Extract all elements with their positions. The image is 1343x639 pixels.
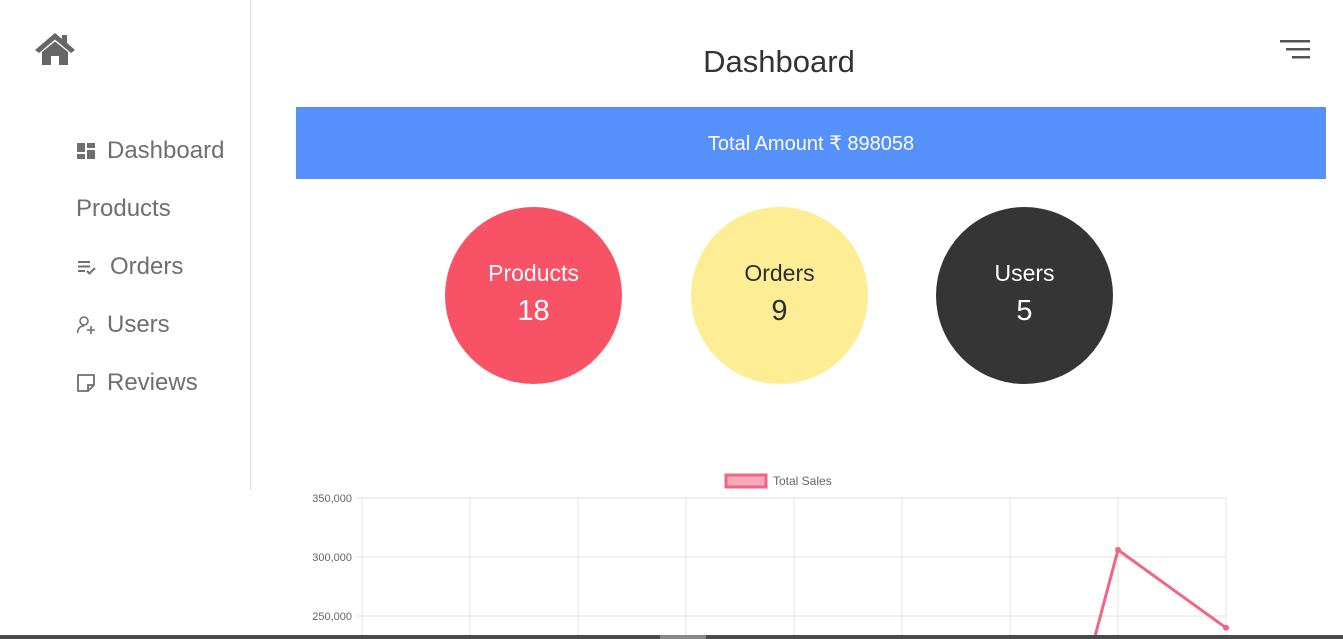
chart-data-point <box>1223 624 1229 631</box>
sidebar-item-orders[interactable]: Orders <box>76 238 224 296</box>
sidebar-item-label: Reviews <box>107 369 198 396</box>
users-stat-value: 5 <box>1016 294 1033 327</box>
scrollbar-thumb[interactable] <box>660 635 706 639</box>
products-stat-value: 18 <box>517 294 550 327</box>
sidebar-item-label: Products <box>76 195 171 222</box>
orders-stat-value: 9 <box>771 294 788 327</box>
orders-stat-circle[interactable]: Orders 9 <box>691 207 868 384</box>
sidebar: Dashboard Products Orders Users Reviews <box>0 0 251 490</box>
home-icon[interactable] <box>34 32 76 66</box>
note-icon <box>76 373 96 393</box>
sidebar-item-dashboard[interactable]: Dashboard <box>76 122 224 180</box>
products-stat-circle[interactable]: Products 18 <box>445 207 622 384</box>
total-amount-text: Total Amount ₹ 898058 <box>707 132 915 155</box>
sidebar-nav: Dashboard Products Orders Users Reviews <box>76 122 224 412</box>
list-check-icon <box>76 257 96 277</box>
chart-data-point <box>1115 546 1121 553</box>
sidebar-item-users[interactable]: Users <box>76 296 224 354</box>
sidebar-item-products[interactable]: Products <box>76 180 224 238</box>
chart-series-line <box>1092 547 1227 639</box>
chart-legend-swatch <box>724 473 768 489</box>
sidebar-item-label: Dashboard <box>107 137 225 164</box>
menu-lines-icon[interactable] <box>1280 38 1310 62</box>
products-stat-label: Products <box>488 259 579 286</box>
chart-y-tick-label: 300,000 <box>312 552 352 564</box>
orders-stat-label: Orders <box>744 259 815 286</box>
chart-legend-label: Total Sales <box>773 474 832 488</box>
sidebar-item-reviews[interactable]: Reviews <box>76 354 224 412</box>
chart-y-tick-label: 350,000 <box>312 493 352 505</box>
users-stat-circle[interactable]: Users 5 <box>936 207 1113 384</box>
sidebar-item-label: Orders <box>110 253 184 280</box>
user-add-icon <box>76 315 96 335</box>
dashboard-icon <box>76 141 96 161</box>
users-stat-label: Users <box>994 259 1055 286</box>
sales-chart-svg: 350,000 300,000 250,000 Total Sales <box>312 473 1229 639</box>
page-title: Dashboard <box>703 44 855 79</box>
chart-y-tick-label: 250,000 <box>312 611 352 623</box>
total-amount-banner: Total Amount ₹ 898058 <box>296 107 1326 179</box>
sidebar-item-label: Users <box>107 311 170 338</box>
sales-line-chart: 350,000 300,000 250,000 Total Sales <box>296 466 1326 639</box>
